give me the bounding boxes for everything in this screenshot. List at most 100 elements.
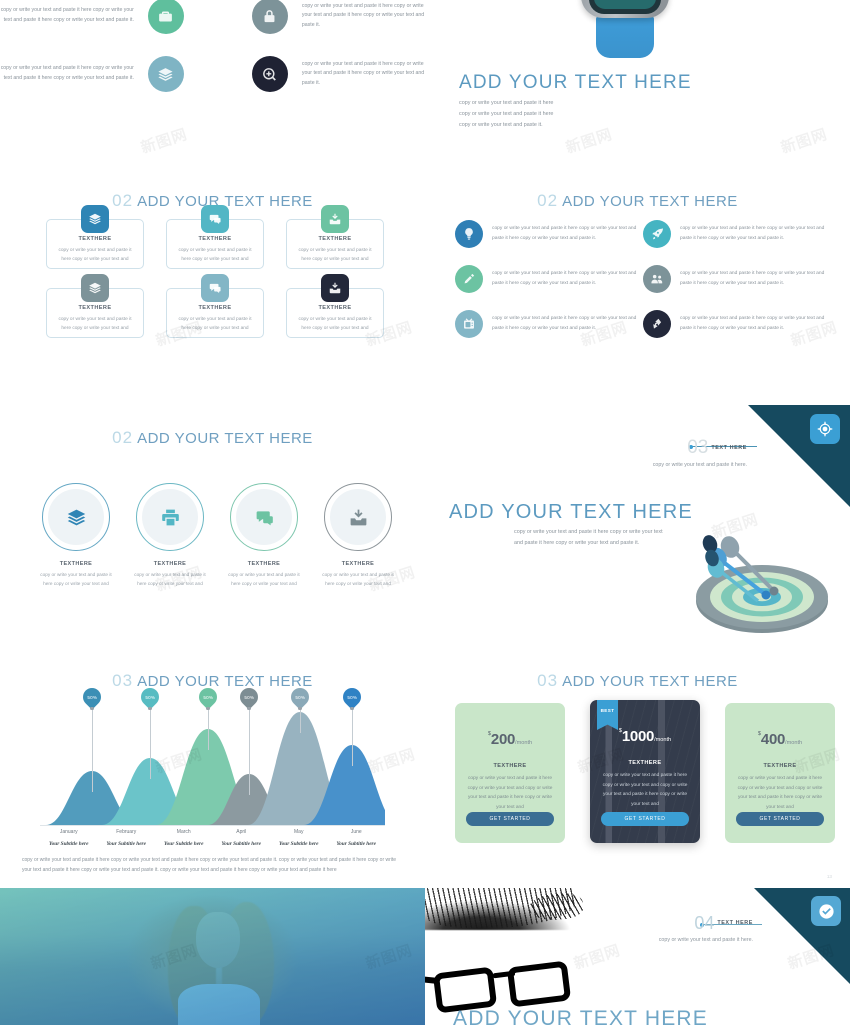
- page-title: ADD YOUR TEXT HERE: [453, 1007, 708, 1025]
- chart-footer-text: copy or write your text and paste it her…: [22, 857, 397, 873]
- zoom-in-icon[interactable]: [251, 56, 288, 92]
- price-period: /month: [785, 740, 803, 746]
- section-number: 04: [694, 913, 715, 933]
- slide-icon-list-split: copy or write your text and paste it her…: [0, 0, 425, 170]
- smartwatch-illustration: [577, 0, 673, 58]
- price-amount: 400: [760, 731, 786, 748]
- list-item[interactable]: copy or write your text and paste it her…: [643, 310, 825, 338]
- x-tick-label: May: [294, 829, 304, 835]
- list-item[interactable]: copy or write your text and paste it her…: [455, 220, 637, 248]
- x-tick-label: January: [59, 829, 78, 835]
- plan-body: copy or write your text and paste it her…: [467, 776, 553, 810]
- get-started-button[interactable]: GET STARTED: [466, 812, 554, 826]
- list-item-text: copy or write your text and paste it her…: [492, 226, 637, 241]
- feature-card[interactable]: TEXTHERE copy or write your text and pas…: [286, 274, 384, 338]
- get-started-button[interactable]: GET STARTED: [601, 812, 689, 826]
- background-photo: [425, 888, 602, 1025]
- card-heading: TEXTHERE: [318, 236, 352, 242]
- printer-icon: [142, 489, 198, 545]
- list-item[interactable]: copy or write your text and paste it her…: [643, 220, 825, 248]
- circle-icon-item[interactable]: TEXTHERE copy or write your text and pas…: [40, 483, 112, 588]
- row-text-left: copy or write your text and paste it her…: [0, 7, 134, 23]
- card-heading: TEXTHERE: [198, 305, 232, 311]
- card-heading: TEXTHERE: [78, 305, 112, 311]
- item-body: copy or write your text and paste it her…: [134, 572, 206, 587]
- pricing-card-row: $200/month TEXTHERE copy or write your t…: [455, 700, 835, 843]
- row-text-left: copy or write your text and paste it her…: [0, 65, 134, 81]
- feature-card[interactable]: TEXTHERE copy or write your text and pas…: [286, 205, 384, 269]
- inbox-icon: [321, 205, 349, 233]
- card-body: copy or write your text and paste it her…: [298, 317, 372, 332]
- list-item[interactable]: copy or write your text and paste it her…: [455, 310, 637, 338]
- watermark: 新图网: [138, 124, 190, 157]
- layers-icon: [81, 205, 109, 233]
- circle-icon-row: TEXTHERE copy or write your text and pas…: [40, 483, 394, 588]
- lock-icon[interactable]: [251, 0, 288, 34]
- ring-outline: [42, 483, 110, 551]
- target-icon[interactable]: [810, 414, 840, 444]
- dartboard-illustration: [696, 535, 828, 633]
- item-body: copy or write your text and paste it her…: [40, 572, 112, 587]
- pricing-card[interactable]: $200/month TEXTHERE copy or write your t…: [455, 703, 565, 843]
- x-tick-label: June: [350, 829, 362, 835]
- icon-row: copy or write your text and paste it her…: [0, 0, 425, 34]
- chart-plot-area: 50% 50% 50% 50% 50% 50%: [40, 684, 385, 825]
- circle-icon-item[interactable]: TEXTHERE copy or write your text and pas…: [228, 483, 300, 588]
- slide-photo-glasses: 04 TEXT HERE copy or write your text and …: [425, 888, 850, 1025]
- x-tick-label: March: [176, 829, 191, 835]
- inbox-icon: [321, 274, 349, 302]
- x-tick-label: April: [236, 829, 247, 835]
- card-heading: TEXTHERE: [78, 236, 112, 242]
- feature-card[interactable]: TEXTHERE copy or write your text and pas…: [46, 274, 144, 338]
- circle-icon-item[interactable]: TEXTHERE copy or write your text and pas…: [134, 483, 206, 588]
- card-heading: TEXTHERE: [198, 236, 232, 242]
- page-title: ADD YOUR TEXT HERE: [449, 501, 693, 523]
- feature-card[interactable]: TEXTHERE copy or write your text and pas…: [166, 205, 264, 269]
- list-item[interactable]: copy or write your text and paste it her…: [455, 265, 637, 293]
- title-text: ADD YOUR TEXT HERE: [137, 673, 313, 690]
- ring-outline: [136, 483, 204, 551]
- section-number: 02: [112, 191, 134, 210]
- chart-data-label: 50%: [79, 684, 105, 792]
- card-body: copy or write your text and paste it her…: [178, 248, 252, 263]
- list-item[interactable]: copy or write your text and paste it her…: [643, 265, 825, 293]
- circle-icon-item[interactable]: TEXTHERE copy or write your text and pas…: [322, 483, 394, 588]
- pricing-card-featured[interactable]: BEST $1000/month TEXTHERE copy or write …: [590, 700, 700, 843]
- ring-outline: [324, 483, 392, 551]
- slide-pricing-table: 03 ADD YOUR TEXT HERE $200/month TEXTHERE…: [425, 655, 850, 885]
- card-body: copy or write your text and paste it her…: [298, 248, 372, 263]
- item-heading: TEXTHERE: [341, 561, 375, 567]
- slide-circle-icons: 02 ADD YOUR TEXT HERE TEXTHERE copy or wr…: [0, 410, 425, 645]
- x-sublabel: Your Subtitle here: [49, 841, 89, 847]
- section-body: copy or write your text and paste it her…: [658, 937, 753, 944]
- icon-bullet-grid: copy or write your text and paste it her…: [455, 220, 825, 338]
- feature-card[interactable]: TEXTHERE copy or write your text and pas…: [166, 274, 264, 338]
- section-number: 03: [687, 437, 709, 458]
- headline-block: ADD YOUR TEXT HERE copy or write your te…: [459, 72, 692, 130]
- x-sublabel: Your Subtitle here: [221, 841, 261, 847]
- card-body: copy or write your text and paste it her…: [58, 317, 132, 332]
- feature-card[interactable]: TEXTHERE copy or write your text and pas…: [46, 205, 144, 269]
- get-started-button[interactable]: GET STARTED: [736, 812, 824, 826]
- title-text: ADD YOUR TEXT HERE: [562, 193, 738, 210]
- plan-heading: TEXTHERE: [763, 763, 797, 769]
- chart-baseline: [40, 825, 385, 826]
- plan-heading: TEXTHERE: [628, 760, 662, 766]
- section-number: 03: [112, 671, 134, 690]
- section-label: TEXT HERE: [717, 920, 753, 926]
- x-sublabel: Your Subtitle here: [336, 841, 376, 847]
- price-display: $400/month: [736, 731, 824, 749]
- pencil-icon: [455, 265, 483, 293]
- check-circle-icon[interactable]: [811, 896, 841, 926]
- price-amount: 1000: [621, 728, 655, 745]
- layers-icon[interactable]: [147, 56, 184, 92]
- item-heading: TEXTHERE: [247, 561, 281, 567]
- row-text-right: copy or write your text and paste it her…: [301, 60, 425, 86]
- headline-block: ADD YOUR TEXT HERE copy or write your te…: [449, 501, 693, 549]
- briefcase-icon[interactable]: [147, 0, 184, 34]
- price-period: /month: [515, 740, 533, 746]
- price-amount: 200: [490, 731, 516, 748]
- slide-bell-curve-chart: 03 ADD YOUR TEXT HERE 50% 50% 50% 50% 50…: [0, 655, 425, 885]
- section-number: 03: [537, 671, 559, 690]
- pricing-card[interactable]: $400/month TEXTHERE copy or write your t…: [725, 703, 835, 843]
